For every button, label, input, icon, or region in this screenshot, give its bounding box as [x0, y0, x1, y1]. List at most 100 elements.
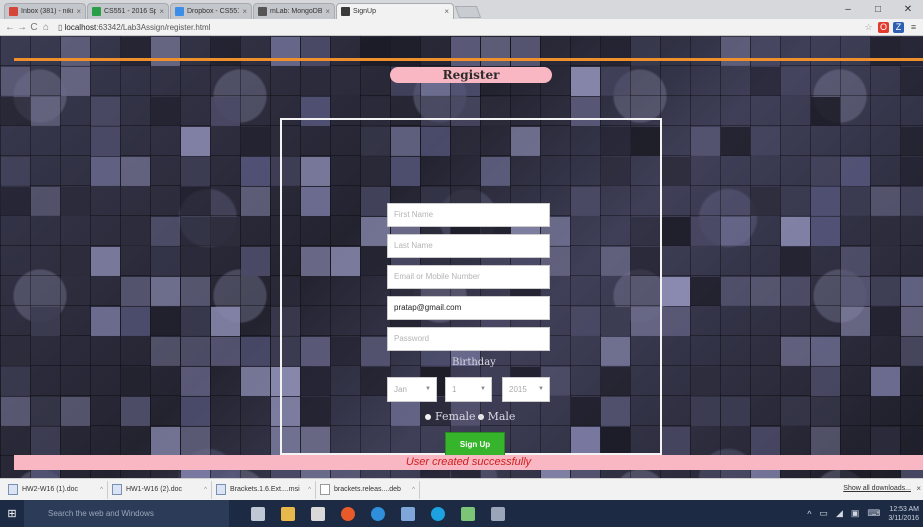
male-radio[interactable] — [477, 413, 484, 420]
browser-tab-signup[interactable]: SignUp × — [336, 3, 454, 19]
notifications-icon[interactable]: ▣ — [851, 508, 860, 519]
background-tile — [1, 157, 30, 186]
background-tile — [781, 337, 810, 366]
maximize-icon[interactable]: □ — [863, 0, 893, 19]
close-window-icon[interactable]: ✕ — [893, 0, 923, 19]
email-input[interactable]: pratap@gmail.com — [387, 296, 550, 320]
bookmark-star-icon[interactable]: ☆ — [863, 22, 874, 33]
home-icon[interactable]: ⌂ — [40, 22, 52, 33]
chevron-up-icon[interactable]: ^ — [308, 487, 311, 493]
chevron-up-icon[interactable]: ^ — [204, 487, 207, 493]
page-viewport: Register First Name Last Name Email or M… — [0, 36, 923, 478]
chevron-up-icon[interactable]: ^ — [807, 509, 811, 519]
background-tile — [841, 247, 870, 276]
installer-icon — [216, 484, 226, 495]
close-tab-icon[interactable]: × — [242, 7, 247, 16]
background-tile — [901, 427, 923, 456]
close-tab-icon[interactable]: × — [76, 7, 81, 16]
download-item[interactable]: HW2-W16 (1).doc ^ — [8, 480, 108, 499]
tab-title: CS551 - 2016 Sprin — [104, 8, 156, 15]
close-tab-icon[interactable]: × — [159, 7, 164, 16]
background-tile — [241, 157, 270, 186]
chevron-up-icon[interactable]: ^ — [100, 487, 103, 493]
download-item[interactable]: Brackets.1.6.Ext....msi ^ — [216, 480, 316, 499]
browser-tab-mlab[interactable]: mLab: MongoDB-as× — [253, 3, 335, 19]
female-radio[interactable] — [425, 413, 431, 420]
clock[interactable]: 12:53 AM 3/11/2016 — [888, 505, 919, 523]
background-tile — [1, 397, 30, 426]
file-explorer-icon[interactable] — [281, 506, 295, 521]
windows-start-icon[interactable]: ⊞ — [0, 500, 24, 527]
background-tile — [811, 217, 840, 246]
page-favicon-icon — [341, 7, 350, 16]
background-tile — [1, 97, 30, 126]
app-icon[interactable] — [491, 506, 505, 521]
chrome-icon[interactable] — [341, 506, 355, 521]
email-input-placeholder[interactable]: Email or Mobile Number — [387, 265, 550, 289]
password-input[interactable]: Password — [387, 327, 550, 351]
month-select[interactable]: Jan ▼ — [387, 377, 437, 402]
back-icon[interactable]: ← — [4, 22, 16, 33]
url-field[interactable]: ▯ localhost:63342/Lab3Assign/register.ht… — [58, 23, 859, 32]
reload-icon[interactable]: C — [28, 22, 40, 33]
skype-icon[interactable] — [431, 506, 445, 521]
background-tile — [841, 187, 870, 216]
minimize-icon[interactable]: – — [833, 0, 863, 19]
background-tile — [811, 97, 840, 126]
battery-icon[interactable]: ▭ — [819, 508, 828, 519]
new-tab-button[interactable] — [454, 6, 482, 18]
background-tile — [31, 97, 60, 126]
background-tile — [181, 187, 210, 216]
app-icon[interactable] — [461, 506, 475, 521]
background-tile — [151, 307, 180, 336]
menu-icon[interactable]: ≡ — [908, 22, 919, 33]
wifi-icon[interactable]: ◢ — [836, 508, 843, 519]
close-tab-icon[interactable]: × — [444, 7, 449, 16]
extension-icon[interactable]: Z — [893, 21, 904, 33]
show-all-downloads-link[interactable]: Show all downloads... — [843, 485, 911, 492]
year-select[interactable]: 2015 ▼ — [502, 377, 550, 402]
keyboard-icon[interactable]: ⌨ — [867, 508, 880, 519]
background-tile — [91, 127, 120, 156]
background-tile — [511, 37, 540, 66]
background-tile — [331, 67, 360, 96]
background-tile — [121, 217, 150, 246]
opera-extension-icon[interactable]: O — [878, 21, 889, 33]
mlab-favicon-icon — [258, 7, 267, 16]
background-tile — [811, 427, 840, 456]
background-tile — [271, 37, 300, 66]
accent-divider — [14, 58, 923, 61]
background-tile — [721, 217, 750, 246]
edge-icon[interactable] — [371, 506, 385, 521]
browser-tab-gmail[interactable]: Inbox (381) - nikithi× — [4, 3, 86, 19]
browser-tab-dropbox[interactable]: Dropbox - CS551_T× — [170, 3, 252, 19]
task-view-icon[interactable] — [251, 506, 265, 521]
taskbar-search-input[interactable]: Search the web and Windows — [24, 500, 229, 527]
background-tile — [61, 397, 90, 426]
background-tile — [541, 37, 570, 66]
close-downloads-icon[interactable]: × — [916, 484, 921, 493]
file-icon — [320, 484, 330, 495]
sign-up-button[interactable]: Sign Up — [445, 432, 505, 457]
chevron-up-icon[interactable]: ^ — [412, 487, 415, 493]
store-icon[interactable] — [311, 506, 325, 521]
background-tile — [151, 217, 180, 246]
browser-tab-cs551[interactable]: CS551 - 2016 Sprin× — [87, 3, 169, 19]
forward-icon[interactable]: → — [16, 22, 28, 33]
download-item[interactable]: HW1-W16 (2).doc ^ — [112, 480, 212, 499]
last-name-input[interactable]: Last Name — [387, 234, 550, 258]
birthday-label: Birthday — [452, 357, 496, 368]
background-tile — [391, 37, 420, 66]
background-tile — [121, 277, 150, 306]
background-tile — [811, 337, 840, 366]
tab-title: SignUp — [353, 8, 376, 15]
download-filename: brackets.releas....deb — [334, 486, 401, 493]
close-tab-icon[interactable]: × — [325, 7, 330, 16]
day-select[interactable]: 1 ▼ — [445, 377, 492, 402]
download-item[interactable]: brackets.releas....deb ^ — [320, 480, 420, 499]
first-name-input[interactable]: First Name — [387, 203, 550, 227]
clock-time: 12:53 AM — [889, 505, 919, 513]
app-icon[interactable] — [401, 506, 415, 521]
tab-title: Dropbox - CS551_T — [187, 8, 239, 15]
background-tile — [901, 127, 923, 156]
